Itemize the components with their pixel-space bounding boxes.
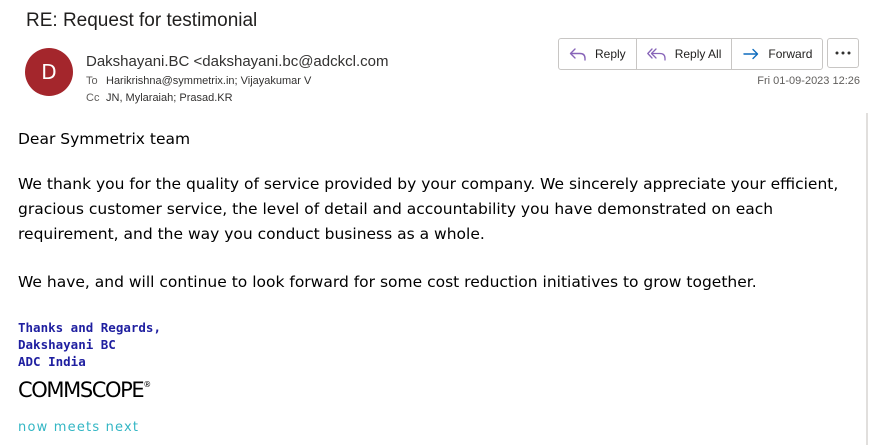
- commscope-logo: COMMSCOPE®: [18, 378, 151, 402]
- forward-icon: [743, 48, 759, 60]
- reply-icon: [569, 48, 586, 61]
- reply-all-button[interactable]: Reply All: [635, 39, 732, 69]
- to-recipients: To Harikrishna@symmetrix.in; Vijayakumar …: [86, 75, 311, 87]
- more-options-button[interactable]: [827, 38, 859, 68]
- reply-all-icon: [646, 48, 666, 61]
- forward-label: Forward: [768, 47, 813, 61]
- scrollbar[interactable]: [866, 113, 868, 445]
- avatar-initial: D: [41, 60, 57, 84]
- logo-tagline: now meets next: [18, 420, 140, 435]
- registered-mark: ®: [143, 380, 152, 389]
- cc-list[interactable]: JN, Mylaraiah; Prasad.KR: [106, 92, 233, 104]
- more-options-icon: [835, 51, 851, 55]
- reply-label: Reply: [595, 47, 626, 61]
- greeting: Dear Symmetrix team: [18, 130, 191, 148]
- reply-button[interactable]: Reply: [559, 39, 636, 69]
- sender-address[interactable]: Dakshayani.BC <dakshayani.bc@adckcl.com: [86, 53, 388, 70]
- signature-company: ADC India: [18, 354, 86, 369]
- body-paragraph-1: We thank you for the quality of service …: [18, 175, 839, 243]
- message-body: Dear Symmetrix team We thank you for the…: [18, 127, 853, 295]
- to-label: To: [86, 75, 98, 87]
- signature-name: Dakshayani BC: [18, 337, 116, 352]
- cc-recipients: Cc JN, Mylaraiah; Prasad.KR: [86, 92, 233, 104]
- logo-text: COMMSCOPE: [18, 378, 145, 402]
- message-actions: Reply Reply All Forward: [558, 38, 824, 70]
- signature-closing: Thanks and Regards,: [18, 320, 161, 335]
- message-date: Fri 01-09-2023 12:26: [757, 75, 860, 87]
- email-subject: RE: Request for testimonial: [26, 10, 258, 31]
- body-paragraph-2: We have, and will continue to look forwa…: [18, 273, 757, 291]
- cc-label: Cc: [86, 92, 100, 104]
- reply-all-label: Reply All: [674, 47, 722, 61]
- to-list[interactable]: Harikrishna@symmetrix.in; Vijayakumar V: [106, 75, 311, 87]
- forward-button[interactable]: Forward: [731, 39, 822, 69]
- signature-block: Thanks and Regards, Dakshayani BC ADC In…: [18, 319, 161, 370]
- sender-avatar[interactable]: D: [25, 48, 73, 96]
